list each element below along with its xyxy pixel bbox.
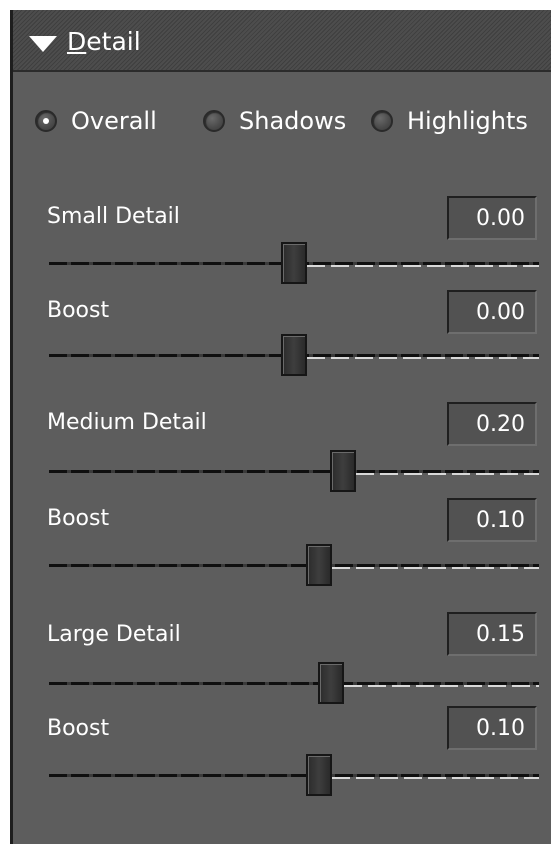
boost-label: Boost [47, 298, 110, 323]
large-detail-boost-slider[interactable] [49, 754, 539, 798]
small-detail-value-field[interactable]: 0.00 [447, 196, 537, 240]
medium-detail-label: Medium Detail [47, 410, 207, 435]
large-detail-label: Large Detail [47, 622, 181, 647]
small-detail-slider[interactable] [49, 242, 539, 286]
section-title-rest: etail [86, 27, 141, 56]
section-title-mnemonic: D [67, 27, 87, 56]
slider-track-fill [356, 473, 539, 475]
boost-label: Boost [47, 506, 110, 531]
slider-track-fill [332, 567, 539, 569]
large-detail-slider[interactable] [49, 662, 539, 706]
radio-label: Highlights [407, 107, 528, 135]
medium-detail-boost-slider[interactable] [49, 544, 539, 588]
disclosure-triangle-down-icon[interactable] [29, 36, 57, 52]
radio-label: Overall [71, 107, 157, 135]
medium-detail-slider[interactable] [49, 450, 539, 494]
slider-thumb[interactable] [306, 754, 332, 796]
slider-thumb[interactable] [281, 334, 307, 376]
large-detail-boost-value-field[interactable]: 0.10 [447, 706, 537, 750]
section-title: Detail [67, 27, 141, 57]
slider-track-fill [344, 685, 539, 687]
slider-track-fill [307, 265, 539, 267]
slider-thumb[interactable] [318, 662, 344, 704]
boost-label: Boost [47, 716, 110, 741]
slider-track-fill [307, 357, 539, 359]
radio-label: Shadows [239, 107, 347, 135]
small-detail-boost-value-field[interactable]: 0.00 [447, 290, 537, 334]
radio-button-icon[interactable] [203, 110, 225, 132]
detail-panel: Detail Overall Shadows Highlights Small … [10, 10, 551, 844]
detail-mode-radio-group: Overall Shadows Highlights [13, 106, 551, 146]
slider-thumb[interactable] [330, 450, 356, 492]
medium-detail-value-field[interactable]: 0.20 [447, 402, 537, 446]
radio-button-icon[interactable] [35, 110, 57, 132]
small-detail-label: Small Detail [47, 204, 180, 229]
large-detail-value-field[interactable]: 0.15 [447, 612, 537, 656]
radio-button-icon[interactable] [371, 110, 393, 132]
small-detail-boost-slider[interactable] [49, 334, 539, 378]
slider-track-fill [332, 777, 539, 779]
medium-detail-boost-value-field[interactable]: 0.10 [447, 498, 537, 542]
slider-thumb[interactable] [281, 242, 307, 284]
slider-thumb[interactable] [306, 544, 332, 586]
detail-section-header[interactable]: Detail [13, 10, 551, 72]
